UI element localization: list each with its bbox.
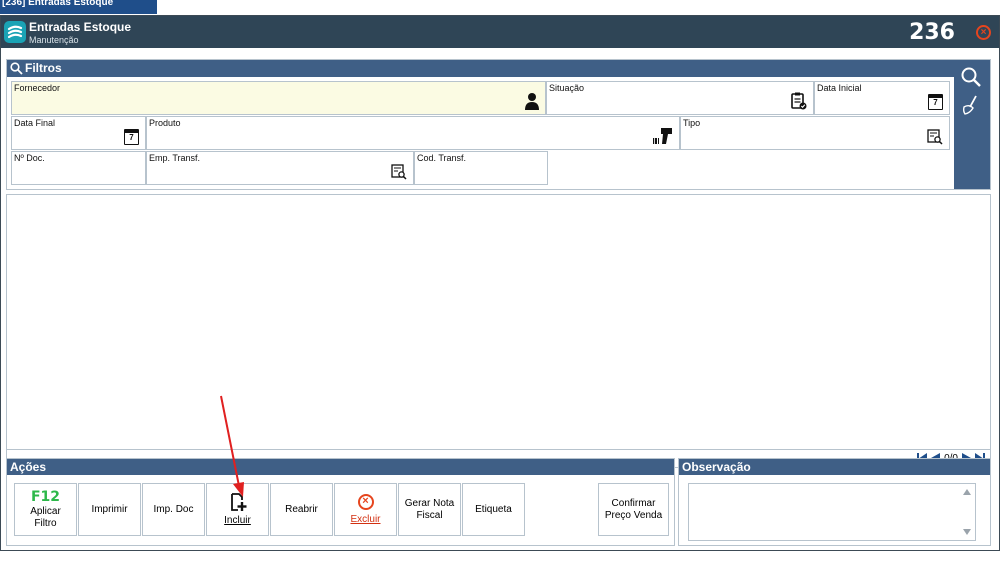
num-doc-field[interactable]: Nº Doc. [11, 151, 146, 185]
etiqueta-label: Etiqueta [475, 503, 512, 515]
excluir-label: Excluir [350, 513, 381, 525]
data-inicial-field[interactable]: Data Inicial 7 [814, 81, 950, 115]
aplicar-filtro-button[interactable]: F12 Aplicar Filtro [14, 483, 77, 536]
cod-transf-label: Cod. Transf. [417, 153, 467, 163]
excluir-button[interactable]: × Excluir [334, 483, 397, 536]
scrollbar[interactable] [961, 486, 973, 538]
confirmar-preco-venda-button[interactable]: Confirmar Preço Venda [598, 483, 669, 536]
window-subtitle: Manutenção [29, 35, 79, 45]
person-icon[interactable] [525, 92, 539, 110]
situacao-label: Situação [549, 83, 585, 93]
etiqueta-button[interactable]: Etiqueta [462, 483, 525, 536]
search-icon [10, 62, 23, 75]
tipo-field[interactable]: Tipo [680, 116, 950, 150]
aplicar-filtro-label-1: Aplicar [30, 505, 61, 517]
imprimir-button[interactable]: Imprimir [78, 483, 141, 536]
imp-doc-button[interactable]: Imp. Doc [142, 483, 205, 536]
observacao-panel: Observação [678, 458, 991, 546]
f12-icon: F12 [30, 488, 61, 505]
observacao-textarea[interactable] [688, 483, 976, 541]
imprimir-label: Imprimir [91, 503, 128, 515]
data-final-field[interactable]: Data Final 7 [11, 116, 146, 150]
fornecedor-label: Fornecedor [14, 83, 61, 93]
broom-icon[interactable] [960, 94, 982, 116]
app-logo-icon [4, 21, 26, 43]
incluir-label: Incluir [224, 515, 251, 526]
list-search-icon[interactable] [391, 164, 407, 180]
produto-label: Produto [149, 118, 181, 128]
calendar-day: 7 [933, 98, 938, 107]
gerar-nota-label-1: Gerar Nota [404, 497, 455, 509]
outer-tab-label: [236] Entradas Estoque [2, 0, 114, 8]
fornecedor-field[interactable]: Fornecedor [11, 81, 546, 115]
clipboard-check-icon[interactable] [791, 92, 807, 110]
produto-field[interactable]: Produto [146, 116, 680, 150]
situacao-field[interactable]: Situação [546, 81, 814, 115]
add-document-icon [230, 493, 246, 511]
imp-doc-label: Imp. Doc [153, 503, 194, 515]
emp-transf-label: Emp. Transf. [149, 153, 201, 163]
results-grid[interactable] [6, 194, 991, 450]
cod-transf-field[interactable]: Cod. Transf. [414, 151, 548, 185]
data-final-label: Data Final [14, 118, 56, 128]
reabrir-button[interactable]: Reabrir [270, 483, 333, 536]
confirmar-label-1: Confirmar [611, 497, 656, 509]
search-icon[interactable] [960, 66, 982, 88]
actions-header: Ações [7, 459, 674, 475]
title-bar: Entradas Estoque Manutenção 236 × [1, 16, 999, 48]
confirmar-label-2: Preço Venda [604, 509, 663, 521]
data-inicial-label: Data Inicial [817, 83, 862, 93]
reabrir-label: Reabrir [285, 503, 318, 515]
record-counter: 236 [909, 20, 955, 45]
gerar-nota-label-2: Fiscal [416, 509, 443, 521]
observacao-header: Observação [679, 459, 990, 475]
close-icon[interactable]: × [976, 25, 991, 40]
num-doc-label: Nº Doc. [14, 153, 45, 163]
filters-panel: Filtros Fornecedor Situação Data Inicial… [6, 59, 991, 190]
window-title: Entradas Estoque [29, 20, 132, 34]
calendar-day: 7 [129, 133, 134, 142]
outer-tab[interactable]: [236] Entradas Estoque [0, 0, 157, 14]
emp-transf-field[interactable]: Emp. Transf. [146, 151, 414, 185]
barcode-scanner-icon[interactable] [653, 127, 673, 145]
calendar-icon[interactable]: 7 [928, 94, 943, 110]
delete-circle-icon: × [357, 493, 374, 510]
tipo-label: Tipo [683, 118, 701, 128]
filters-title: Filtros [25, 61, 62, 75]
entradas-estoque-window: Entradas Estoque Manutenção 236 × Filtro… [0, 15, 1000, 551]
calendar-icon[interactable]: 7 [124, 129, 139, 145]
actions-panel: Ações F12 Aplicar Filtro Imprimir Imp. D… [6, 458, 675, 546]
list-search-icon[interactable] [927, 129, 943, 145]
gerar-nota-fiscal-button[interactable]: Gerar Nota Fiscal [398, 483, 461, 536]
incluir-button[interactable]: Incluir [206, 483, 269, 536]
filters-sidebar [954, 60, 990, 189]
aplicar-filtro-label-2: Filtro [34, 517, 57, 529]
filters-header: Filtros [7, 60, 955, 77]
